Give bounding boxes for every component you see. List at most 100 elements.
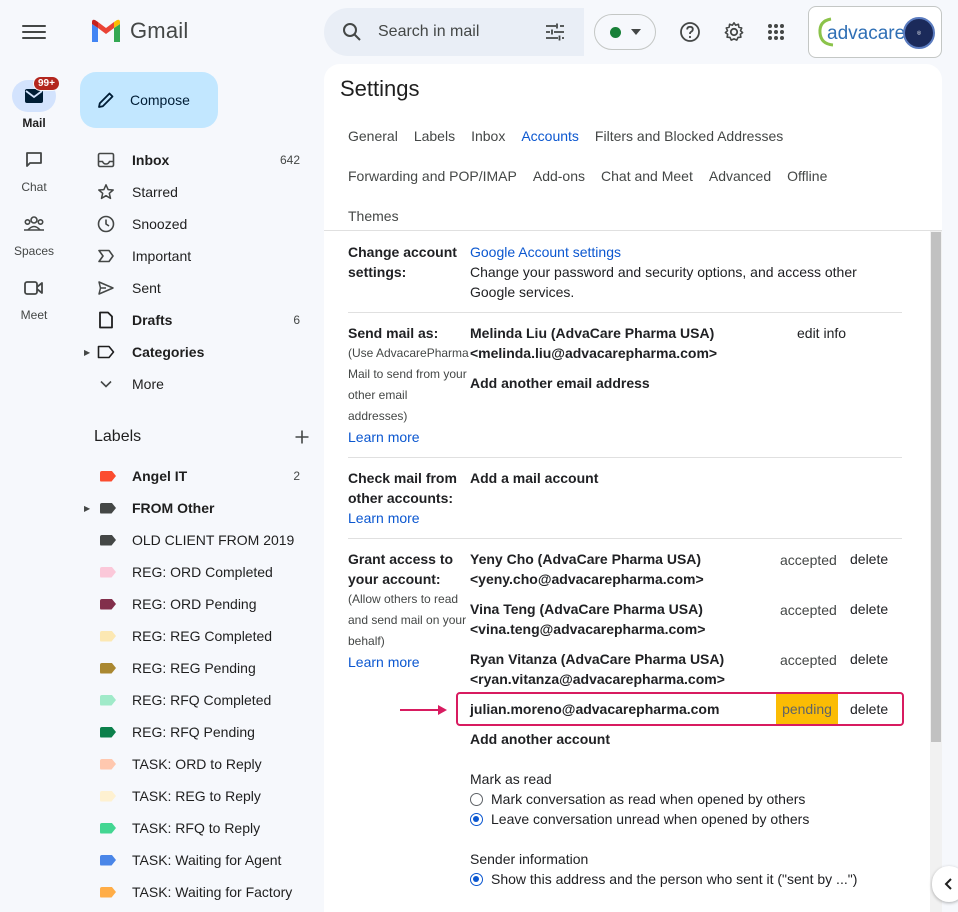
tab-add-ons[interactable]: Add-ons [525, 156, 593, 196]
add-email-address-link[interactable]: Add another email address [470, 373, 650, 393]
add-mail-account-link[interactable]: Add a mail account [470, 468, 598, 488]
compose-label: Compose [130, 92, 190, 108]
search-icon[interactable] [342, 22, 362, 42]
advacare-logo: advacare [818, 17, 905, 47]
tab-accounts[interactable]: Accounts [513, 116, 587, 156]
label-item[interactable]: TASK: REG to Reply [68, 780, 324, 812]
tab-labels[interactable]: Labels [406, 116, 463, 156]
caret-down-icon [630, 29, 641, 35]
label-item[interactable]: ▶ FROM Other [68, 492, 324, 524]
tab-general[interactable]: General [340, 116, 406, 156]
apps-grid-icon[interactable] [764, 20, 788, 44]
expand-caret-icon[interactable]: ▶ [84, 348, 90, 357]
nav-item-inbox[interactable]: Inbox 642 [68, 144, 324, 176]
delete-delegate-link[interactable]: delete [850, 599, 888, 619]
label-item[interactable]: TASK: ORD to Reply [68, 748, 324, 780]
learn-more-link[interactable]: Learn more [348, 510, 420, 526]
learn-more-link[interactable]: Learn more [348, 654, 420, 670]
label-line: other accounts: [348, 490, 454, 506]
settings-gear-icon[interactable] [722, 20, 746, 44]
radio-label: Mark conversation as read when opened by… [491, 791, 806, 807]
radio-mark-read[interactable] [470, 793, 483, 806]
tab-chat-and-meet[interactable]: Chat and Meet [593, 156, 701, 196]
label-name: REG: REG Pending [132, 660, 256, 676]
sub-line: and send mail on your [348, 613, 467, 627]
label-color-icon [100, 470, 116, 482]
label-item[interactable]: REG: RFQ Completed [68, 684, 324, 716]
search-input[interactable] [378, 23, 518, 41]
label-item[interactable]: REG: REG Pending [68, 652, 324, 684]
scrollbar-thumb[interactable] [931, 232, 941, 742]
add-label-icon[interactable] [294, 429, 310, 445]
gmail-m-icon [92, 19, 120, 42]
rail-item-chat[interactable]: Chat [0, 144, 68, 194]
tab-inbox[interactable]: Inbox [463, 116, 513, 156]
label-item[interactable]: TASK: Waiting for Agent [68, 844, 324, 876]
label-item[interactable]: REG: ORD Completed [68, 556, 324, 588]
unread-badge: 99+ [33, 76, 60, 91]
delete-delegate-link[interactable]: delete [850, 649, 888, 669]
radio-label: Leave conversation unread when opened by… [491, 811, 810, 827]
delegate-email: <yeny.cho@advacarepharma.com> [470, 571, 704, 587]
nav-label: Starred [132, 184, 178, 200]
label-item[interactable]: REG: RFQ Pending [68, 716, 324, 748]
rail-label-chat: Chat [21, 180, 47, 194]
rail-item-mail[interactable]: 99+ Mail [0, 76, 68, 130]
gmail-logo[interactable]: Gmail [90, 18, 188, 44]
google-account-settings-link[interactable]: Google Account settings [470, 242, 857, 262]
label-item[interactable]: OLD CLIENT FROM 2019 [68, 524, 324, 556]
nav-item-important[interactable]: Important [68, 240, 324, 272]
rail-item-spaces[interactable]: Spaces [0, 208, 68, 258]
label-item[interactable]: REG: ORD Pending [68, 588, 324, 620]
main-menu-icon[interactable] [22, 22, 46, 42]
label-item[interactable]: REG: REG Completed [68, 620, 324, 652]
learn-more-link[interactable]: Learn more [348, 429, 420, 445]
label-color-icon [100, 726, 116, 738]
nav-item-starred[interactable]: Starred [68, 176, 324, 208]
active-status-dot [609, 26, 621, 38]
inbox-icon [96, 150, 116, 170]
mark-as-read-title: Mark as read [470, 771, 552, 787]
label-name: TASK: RFQ to Reply [132, 820, 261, 836]
account-avatar[interactable]: advacare ◎ [808, 6, 942, 58]
tab-forwarding-and-pop-imap[interactable]: Forwarding and POP/IMAP [340, 156, 525, 196]
label-name: REG: ORD Pending [132, 596, 257, 612]
annotation-arrow [400, 705, 447, 715]
spaces-icon [24, 216, 44, 231]
label-item[interactable]: Angel IT 2 [68, 460, 324, 492]
tab-advanced[interactable]: Advanced [701, 156, 779, 196]
nav-item-sent[interactable]: Sent [68, 272, 324, 304]
label-line: Change account [348, 244, 457, 260]
nav-item-categories[interactable]: ▶ Categories [68, 336, 324, 368]
label-color-icon [100, 694, 116, 706]
radio-show-sent-by[interactable] [470, 873, 483, 886]
show-side-panel-button[interactable] [932, 866, 958, 902]
label-color-icon [100, 822, 116, 834]
search-bar[interactable] [324, 8, 584, 56]
label-outline-icon [96, 342, 116, 362]
radio-leave-unread[interactable] [470, 813, 483, 826]
add-another-account-link[interactable]: Add another account [470, 729, 610, 749]
label-item[interactable]: TASK: RFQ to Reply [68, 812, 324, 844]
label-color-icon [100, 598, 116, 610]
label-line: your account: [348, 571, 441, 587]
edit-info-link[interactable]: edit info [797, 323, 846, 343]
label-name: REG: REG Completed [132, 628, 273, 644]
compose-button[interactable]: Compose [80, 72, 218, 128]
help-icon[interactable] [678, 20, 702, 44]
rail-item-meet[interactable]: Meet [0, 272, 68, 322]
expand-caret-icon[interactable]: ▶ [84, 504, 90, 513]
search-options-icon[interactable] [544, 21, 566, 43]
label-name: FROM Other [132, 500, 215, 516]
nav-item-more[interactable]: More [68, 368, 324, 400]
tab-offline[interactable]: Offline [779, 156, 835, 196]
tab-filters-and-blocked-addresses[interactable]: Filters and Blocked Addresses [587, 116, 791, 156]
tabs-divider [324, 230, 942, 231]
status-selector[interactable] [594, 14, 656, 50]
delegate-row: Yeny Cho (AdvaCare Pharma USA) <yeny.cho… [470, 549, 704, 589]
delete-delegate-link[interactable]: delete [850, 549, 888, 569]
nav-item-snoozed[interactable]: Snoozed [68, 208, 324, 240]
nav-item-drafts[interactable]: Drafts 6 [68, 304, 324, 336]
label-color-icon [100, 854, 116, 866]
label-item[interactable]: TASK: Waiting for Factory [68, 876, 324, 908]
